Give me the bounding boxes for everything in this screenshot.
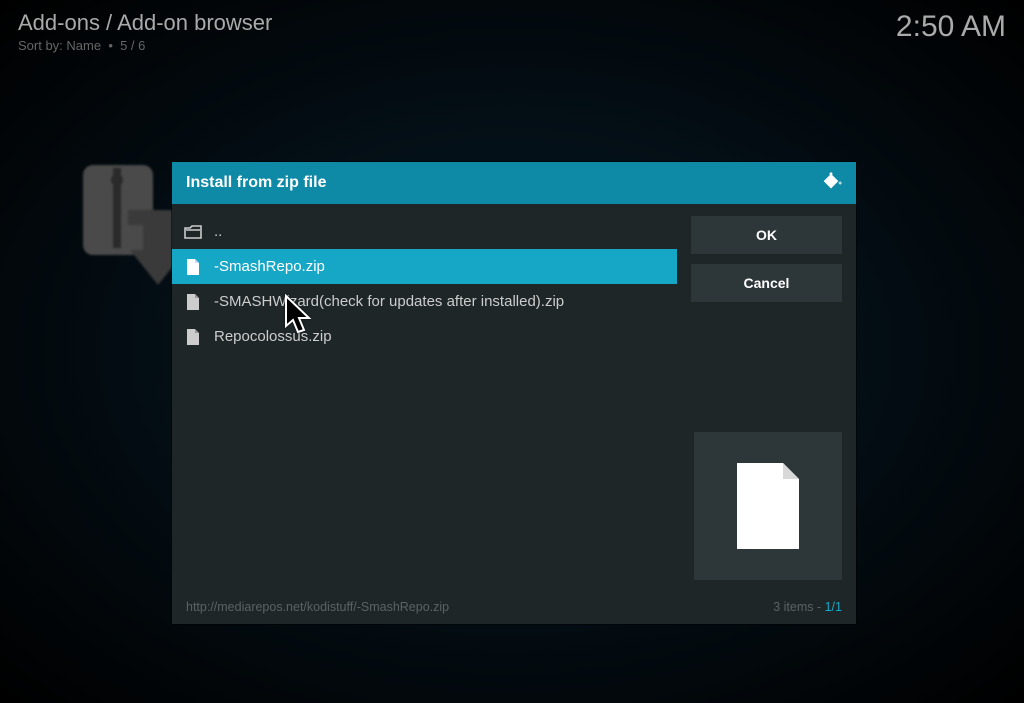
file-preview [694,432,842,580]
file-item-repocolossus[interactable]: Repocolossus.zip [172,319,677,354]
zip-install-icon [78,160,178,280]
file-list: .. -SmashRepo.zip -SMASHWizard(check for… [172,214,691,584]
file-label: -SmashRepo.zip [214,258,325,275]
current-path: http://mediarepos.net/kodistuff/-SmashRe… [186,600,449,614]
kodi-logo-icon [820,172,842,194]
file-label: -SMASHWizard(check for updates after ins… [214,293,564,310]
dialog-title-text: Install from zip file [186,174,326,192]
file-icon [184,329,202,345]
file-item-smashwizard[interactable]: -SMASHWizard(check for updates after ins… [172,284,677,319]
file-icon [184,259,202,275]
file-label: Repocolossus.zip [214,328,332,345]
ok-button[interactable]: OK [691,216,842,254]
breadcrumb: Add-ons / Add-on browser [18,10,272,36]
item-count: 3 items - 1/1 [773,600,842,614]
sort-info: Sort by: Name • 5 / 6 [18,38,272,53]
clock: 2:50 AM [896,10,1006,44]
file-item-smashrepo[interactable]: -SmashRepo.zip [172,249,677,284]
file-label: .. [214,223,222,240]
cancel-button[interactable]: Cancel [691,264,842,302]
install-zip-dialog: Install from zip file .. -SmashRepo.zip [172,162,856,624]
folder-up-icon [184,225,202,239]
file-icon [184,294,202,310]
parent-dir-item[interactable]: .. [172,214,677,249]
dialog-titlebar: Install from zip file [172,162,856,204]
